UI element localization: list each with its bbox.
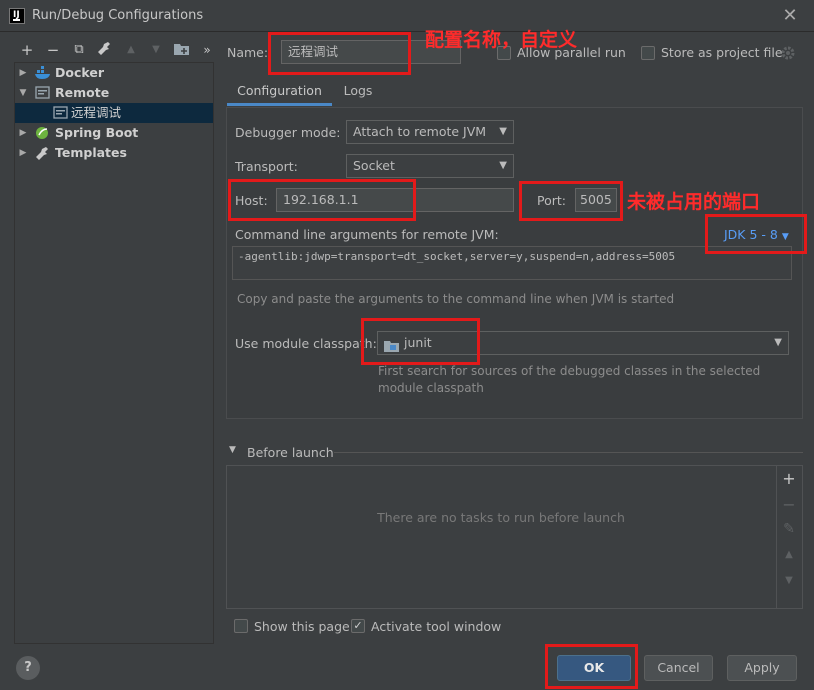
annotation-box-port: [519, 181, 623, 221]
edit-task-icon[interactable]: ✎: [779, 521, 799, 537]
expand-arrow-icon[interactable]: ▶: [17, 143, 29, 163]
debugger-mode-label: Debugger mode:: [235, 125, 341, 140]
annotation-name-note: 配置名称，自定义: [425, 29, 578, 51]
cmdline-hint: Copy and paste the arguments to the comm…: [237, 292, 675, 306]
tree-item-label: Docker: [55, 65, 104, 80]
annotation-port-note: 未被占用的端口: [627, 191, 761, 213]
transport-select[interactable]: Socket ▼: [346, 154, 514, 178]
annotation-box-ok: [545, 644, 638, 689]
move-task-up-icon[interactable]: ▲: [779, 549, 799, 560]
tree-item-label: 远程调试: [71, 105, 122, 120]
separator: [334, 452, 803, 453]
spring-boot-icon: [35, 126, 50, 140]
module-hint-line2: module classpath: [378, 381, 484, 395]
cmdline-label: Command line arguments for remote JVM:: [235, 227, 499, 242]
annotation-box-host: [228, 179, 416, 221]
cancel-button[interactable]: Cancel: [644, 655, 713, 681]
help-button[interactable]: ?: [16, 656, 40, 680]
tab-logs[interactable]: Logs: [334, 79, 382, 107]
activate-tool-window-checkbox[interactable]: ✓: [351, 619, 365, 633]
before-launch-list[interactable]: [226, 465, 803, 609]
remote-icon: [35, 86, 50, 100]
remove-task-icon[interactable]: −: [779, 495, 799, 514]
tree-item-remote[interactable]: ▼ Remote: [15, 83, 213, 103]
tree-item-docker[interactable]: ▶ Docker: [15, 63, 213, 83]
tree-item-label: Remote: [55, 85, 110, 100]
move-down-icon[interactable]: ▼: [146, 40, 166, 60]
copy-icon[interactable]: ⧉: [69, 40, 89, 60]
debugger-mode-select[interactable]: Attach to remote JVM ▼: [346, 120, 514, 144]
debugger-mode-value: Attach to remote JVM: [353, 124, 487, 139]
folder-icon[interactable]: [172, 40, 192, 60]
chevron-down-icon: ▼: [774, 337, 782, 348]
more-icon[interactable]: »: [197, 40, 217, 60]
show-page-label: Show this page: [254, 619, 350, 634]
close-button[interactable]: ✕: [777, 3, 803, 29]
store-as-project-checkbox[interactable]: [641, 46, 655, 60]
chevron-down-icon: ▼: [499, 126, 507, 137]
tree-item-label: Spring Boot: [55, 125, 139, 140]
store-as-project-label: Store as project file: [661, 45, 783, 60]
expand-arrow-icon[interactable]: ▶: [17, 63, 29, 83]
chevron-down-icon: ▼: [499, 160, 507, 171]
intellij-logo-icon: IJ: [9, 8, 25, 24]
show-page-checkbox[interactable]: [234, 619, 248, 633]
wrench-icon[interactable]: [94, 40, 114, 60]
move-up-icon[interactable]: ▲: [121, 40, 141, 60]
gear-icon[interactable]: [780, 45, 796, 64]
wrench-icon: [35, 146, 50, 160]
transport-value: Socket: [353, 158, 395, 173]
add-icon[interactable]: +: [17, 40, 37, 60]
transport-label: Transport:: [235, 159, 298, 174]
collapse-arrow-icon[interactable]: ▼: [17, 83, 29, 103]
before-launch-empty-text: There are no tasks to run before launch: [377, 510, 625, 525]
tree-item-label: Templates: [55, 145, 127, 160]
expand-arrow-icon[interactable]: ▶: [17, 123, 29, 143]
add-task-icon[interactable]: +: [779, 469, 799, 488]
tree-item-templates[interactable]: ▶ Templates: [15, 143, 213, 163]
configuration-tree: ▶ Docker ▼ Remote 远程调试 ▶ Spring Boot ▶ T…: [14, 62, 214, 644]
remote-config-icon: [53, 106, 68, 120]
activate-tool-window-label: Activate tool window: [371, 619, 502, 634]
docker-icon: [35, 66, 50, 80]
annotation-box-name: [268, 32, 411, 75]
module-hint-line1: First search for sources of the debugged…: [378, 364, 761, 378]
move-task-down-icon[interactable]: ▼: [779, 575, 799, 586]
window-title: Run/Debug Configurations: [32, 8, 204, 23]
before-launch-label: Before launch: [247, 445, 334, 460]
collapse-arrow-icon[interactable]: ▼: [229, 445, 236, 455]
name-label: Name:: [227, 45, 269, 60]
annotation-box-jdk: [705, 214, 807, 254]
apply-button[interactable]: Apply: [727, 655, 797, 681]
tree-item-spring-boot[interactable]: ▶ Spring Boot: [15, 123, 213, 143]
annotation-box-module: [361, 318, 480, 365]
tree-item-remote-debug[interactable]: 远程调试: [15, 103, 213, 123]
module-classpath-label: Use module classpath:: [235, 336, 377, 351]
remove-icon[interactable]: −: [43, 40, 63, 60]
active-tab-indicator: [227, 103, 332, 106]
